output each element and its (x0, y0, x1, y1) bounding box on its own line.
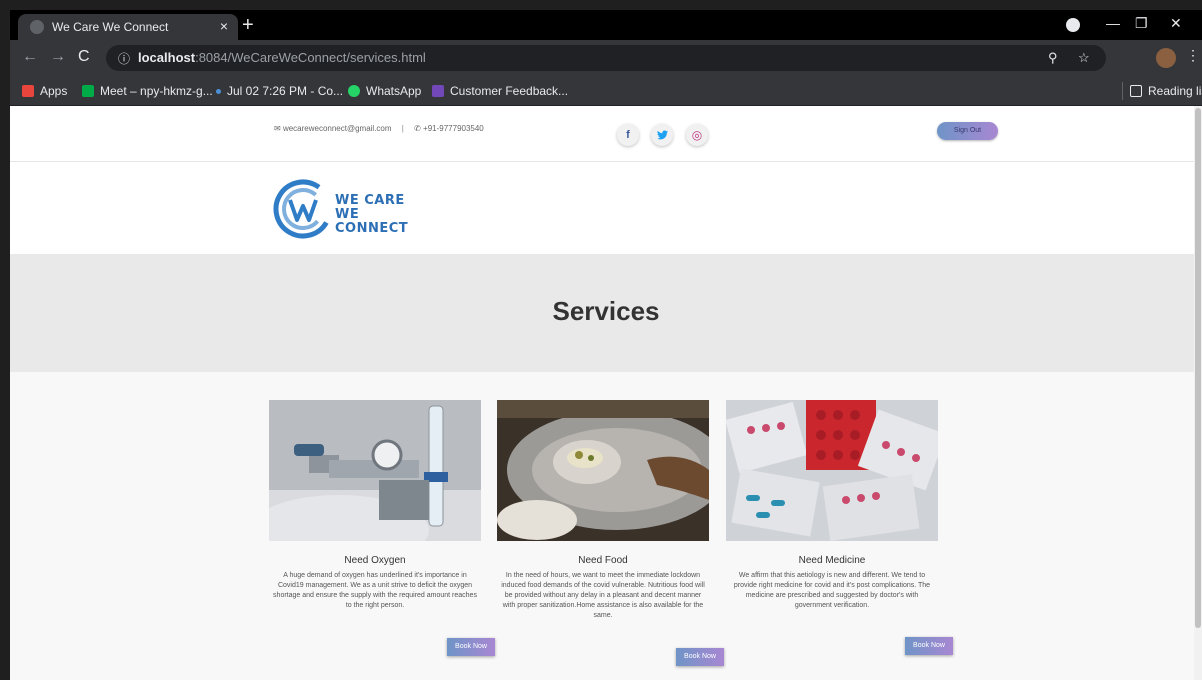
phone-icon: ✆ (414, 124, 421, 133)
browser-tab[interactable]: We Care We Connect × (18, 14, 238, 40)
bookmark-calendar[interactable]: Jul 02 7:26 PM - Co... (216, 84, 343, 98)
logo-line-2: WE CONNECT (335, 207, 409, 236)
logo-line-1: WE CARE (335, 193, 405, 208)
contact-phone[interactable]: +91-9777903540 (423, 124, 484, 133)
book-now-medicine-button[interactable]: Book Now (905, 637, 953, 655)
zoom-icon[interactable]: ⚲ (1048, 50, 1058, 66)
page-scrollbar[interactable] (1194, 106, 1202, 680)
scrollbar-thumb[interactable] (1195, 108, 1201, 628)
book-now-oxygen-button[interactable]: Book Now (447, 638, 495, 656)
bookmarks-divider (1122, 82, 1123, 100)
browser-toolbar: ← → C ⓘ localhost:8084/WeCareWeConnect/s… (10, 40, 1202, 76)
service-description: In the need of hours, we want to meet th… (501, 572, 705, 619)
oxygen-image (269, 400, 481, 541)
logo-text: WE CARE WE CONNECT (335, 194, 433, 236)
url-text: localhost:8084/WeCareWeConnect/services.… (138, 50, 426, 65)
apps-grid-icon (22, 85, 34, 97)
service-title: Need Medicine (798, 555, 866, 566)
forward-icon[interactable]: → (50, 48, 66, 66)
services-section: Need Oxygen A huge demand of oxygen has … (10, 372, 1202, 680)
globe-icon (30, 20, 44, 34)
logo-emblem-icon (273, 179, 333, 239)
top-contact-bar: ✉ wecareweconnect@gmail.com | ✆ +91-9777… (10, 106, 1202, 162)
services-hero: Services (10, 254, 1202, 372)
dot-icon (216, 89, 221, 94)
profile-avatar[interactable] (1156, 48, 1176, 68)
service-card-oxygen: Need Oxygen A huge demand of oxygen has … (269, 400, 481, 611)
menu-kebab-icon[interactable]: ⋮ (1186, 47, 1200, 64)
bookmark-meet[interactable]: Meet – npy-hkmz-g... (82, 84, 213, 98)
reload-icon[interactable]: C (78, 48, 90, 66)
instagram-icon[interactable]: ◎ (686, 124, 708, 146)
bookmark-star-icon[interactable]: ☆ (1078, 50, 1090, 66)
service-title: Need Oxygen (344, 555, 406, 566)
browser-window: We Care We Connect × + — ❐ ✕ ← → C ⓘ loc… (10, 10, 1202, 680)
info-icon[interactable]: ⓘ (118, 50, 130, 67)
restore-icon[interactable]: ❐ (1135, 15, 1148, 32)
bookmark-apps[interactable]: Apps (22, 84, 67, 98)
new-tab-button[interactable]: + (242, 14, 254, 37)
service-title: Need Food (578, 555, 628, 566)
tab-close-icon[interactable]: × (220, 18, 228, 34)
mail-icon: ✉ (274, 124, 281, 133)
tab-title: We Care We Connect (52, 20, 169, 34)
book-now-food-button[interactable]: Book Now (676, 648, 724, 666)
minimize-icon[interactable]: — (1106, 15, 1120, 31)
facebook-icon[interactable]: f (617, 124, 639, 146)
site-logo[interactable]: WE CARE WE CONNECT (273, 178, 433, 240)
service-card-medicine: Need Medicine We affirm that this aetiol… (726, 400, 938, 611)
profile-menu-icon[interactable] (1066, 18, 1080, 32)
address-bar[interactable]: ⓘ localhost:8084/WeCareWeConnect/service… (106, 45, 1106, 71)
service-card-food: Need Food In the need of hours, we want … (497, 400, 709, 621)
sign-out-button[interactable]: Sign Out (937, 122, 998, 140)
meet-icon (82, 85, 94, 97)
service-description: A huge demand of oxygen has underlined i… (273, 572, 477, 609)
close-window-icon[interactable]: ✕ (1170, 15, 1182, 32)
food-image (497, 400, 709, 541)
contact-email[interactable]: wecareweconnect@gmail.com (283, 124, 392, 133)
bookmark-customer-feedback[interactable]: Customer Feedback... (432, 84, 568, 98)
contact-info: ✉ wecareweconnect@gmail.com | ✆ +91-9777… (274, 124, 484, 133)
reading-list-icon (1130, 85, 1142, 97)
back-icon[interactable]: ← (22, 48, 38, 66)
twitter-icon[interactable] (651, 124, 673, 146)
whatsapp-icon (348, 85, 360, 97)
page-title: Services (552, 296, 660, 326)
bookmark-whatsapp[interactable]: WhatsApp (348, 84, 421, 98)
reading-list-button[interactable]: Reading list (1130, 84, 1202, 98)
service-description: We affirm that this aetiology is new and… (733, 572, 931, 609)
bookmarks-bar: Apps Meet – npy-hkmz-g... Jul 02 7:26 PM… (10, 76, 1202, 106)
medicine-image (726, 400, 938, 541)
form-icon (432, 85, 444, 97)
contact-separator: | (401, 124, 404, 133)
tab-strip: We Care We Connect × + — ❐ ✕ (10, 10, 1202, 40)
page-content: ✉ wecareweconnect@gmail.com | ✆ +91-9777… (10, 106, 1202, 680)
